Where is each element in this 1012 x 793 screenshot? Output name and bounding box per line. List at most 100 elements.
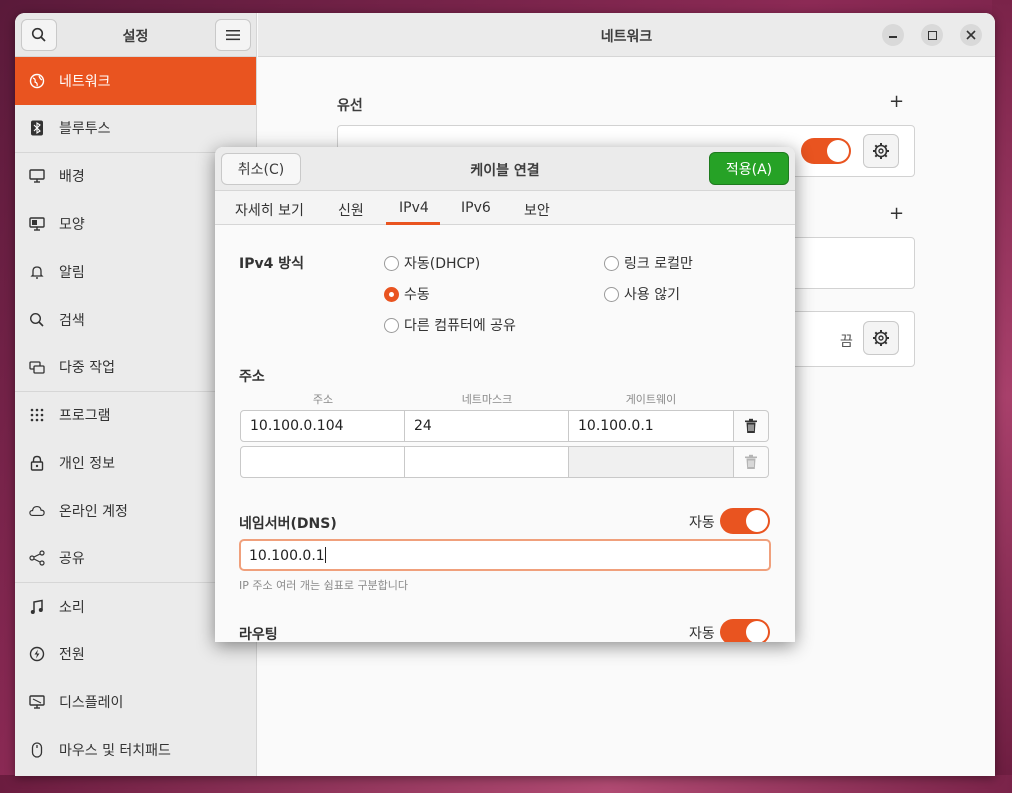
sidebar-item-mouse-touchpad[interactable]: 마우스 및 터치패드 bbox=[15, 726, 256, 774]
monitor-icon bbox=[29, 168, 45, 184]
address-row bbox=[240, 446, 770, 478]
mouse-icon bbox=[29, 742, 45, 758]
method-manual-radio[interactable]: 수동 bbox=[384, 284, 430, 304]
gear-icon bbox=[873, 143, 889, 159]
ipv4-settings: IPv4 방식 자동(DHCP) 링크 로컬만 수동 사용 않기 다른 컴퓨터에… bbox=[215, 225, 795, 642]
sidebar-item-label: 배경 bbox=[59, 169, 85, 186]
delete-address-button bbox=[734, 446, 769, 478]
address-input[interactable] bbox=[240, 446, 405, 478]
tab-details[interactable]: 자세히 보기 bbox=[235, 200, 304, 220]
wired-settings-button[interactable] bbox=[863, 134, 899, 168]
gateway-input bbox=[569, 446, 734, 478]
dialog-header: 취소(C) 케이블 연결 적용(A) bbox=[215, 147, 795, 191]
address-input[interactable]: 10.100.0.104 bbox=[240, 410, 405, 442]
add-wired-icon[interactable]: + bbox=[889, 91, 904, 112]
radio-dot bbox=[384, 286, 399, 302]
sidebar-item-label: 디스플레이 bbox=[59, 695, 124, 712]
share-icon bbox=[29, 550, 45, 566]
minimize-button[interactable] bbox=[882, 24, 904, 46]
sidebar-item-label: 알림 bbox=[59, 265, 85, 282]
globe-icon bbox=[29, 73, 45, 89]
method-link-local-label: 링크 로컬만 bbox=[624, 256, 693, 272]
power-icon bbox=[29, 646, 45, 662]
radio-dot bbox=[384, 255, 399, 271]
sidebar-header: 설정 bbox=[15, 13, 256, 57]
sidebar-item-label: 프로그램 bbox=[59, 408, 111, 425]
wired-toggle[interactable] bbox=[801, 138, 851, 164]
maximize-icon bbox=[927, 30, 937, 40]
dialog-title: 케이블 연결 bbox=[470, 163, 540, 179]
bell-icon bbox=[29, 264, 45, 280]
tab-ipv6[interactable]: IPv6 bbox=[461, 200, 491, 216]
method-auto-radio[interactable]: 자동(DHCP) bbox=[384, 253, 480, 273]
address-section-label: 주소 bbox=[239, 369, 265, 385]
cloud-icon bbox=[29, 503, 45, 519]
sidebar-item-label: 검색 bbox=[59, 312, 85, 329]
method-share-radio[interactable]: 다른 컴퓨터에 공유 bbox=[384, 315, 516, 335]
netmask-input[interactable]: 24 bbox=[405, 410, 569, 442]
apply-button[interactable]: 적용(A) bbox=[709, 152, 789, 185]
method-disable-label: 사용 않기 bbox=[624, 287, 680, 303]
sidebar-item-label: 소리 bbox=[59, 599, 85, 616]
method-auto-label: 자동(DHCP) bbox=[404, 256, 481, 272]
maximize-button[interactable] bbox=[921, 24, 943, 46]
proxy-status: 끔 bbox=[840, 334, 853, 350]
tab-identity[interactable]: 신원 bbox=[338, 200, 364, 220]
dns-input[interactable]: 10.100.0.1 bbox=[239, 539, 771, 571]
column-header-netmask: 네트마스크 bbox=[461, 393, 513, 406]
add-vpn-icon[interactable]: + bbox=[889, 203, 904, 224]
column-header-gateway: 게이트웨이 bbox=[625, 393, 677, 406]
lock-icon bbox=[29, 455, 45, 471]
sidebar-item-label: 블루투스 bbox=[59, 121, 111, 138]
method-link-local-radio[interactable]: 링크 로컬만 bbox=[604, 253, 693, 273]
close-icon bbox=[966, 30, 976, 40]
sidebar-item-label: 네트워크 bbox=[59, 73, 111, 90]
dns-auto-toggle[interactable] bbox=[720, 508, 770, 534]
main-header: 네트워크 bbox=[258, 13, 995, 57]
wired-section-label: 유선 bbox=[337, 98, 363, 114]
gateway-input[interactable]: 10.100.0.1 bbox=[569, 410, 734, 442]
radio-dot bbox=[604, 255, 619, 271]
dns-label: 네임서버(DNS) bbox=[239, 516, 337, 532]
sidebar-item-bluetooth[interactable]: 블루투스 bbox=[15, 105, 256, 153]
netmask-input[interactable] bbox=[405, 446, 569, 478]
sidebar-item-displays[interactable]: 디스플레이 bbox=[15, 678, 256, 726]
radio-dot bbox=[604, 286, 619, 302]
wired-connection-dialog: 취소(C) 케이블 연결 적용(A) 자세히 보기 신원 IPv4 IPv6 보… bbox=[215, 147, 795, 642]
routing-auto-label: 자동 bbox=[689, 626, 715, 642]
method-manual-label: 수동 bbox=[404, 287, 430, 303]
dns-value: 10.100.0.1 bbox=[249, 548, 325, 564]
sidebar-item-label: 온라인 계정 bbox=[59, 504, 128, 521]
multitask-icon bbox=[29, 359, 45, 375]
display-icon bbox=[29, 694, 45, 710]
radio-dot bbox=[384, 317, 399, 333]
method-share-label: 다른 컴퓨터에 공유 bbox=[404, 318, 516, 334]
address-row: 10.100.0.104 24 10.100.0.1 bbox=[240, 410, 770, 442]
text-cursor bbox=[324, 547, 326, 563]
tab-ipv4[interactable]: IPv4 bbox=[399, 200, 429, 216]
delete-address-button[interactable] bbox=[734, 410, 769, 442]
sidebar-item-label: 전원 bbox=[59, 647, 85, 664]
trash-icon bbox=[745, 418, 757, 433]
proxy-settings-button[interactable] bbox=[863, 321, 899, 355]
routing-auto-toggle[interactable] bbox=[720, 619, 770, 642]
ipv4-method-label: IPv4 방식 bbox=[239, 256, 304, 272]
tab-security[interactable]: 보안 bbox=[524, 200, 550, 220]
sidebar-item-label: 개인 정보 bbox=[59, 456, 115, 473]
sidebar-item-label: 마우스 및 터치패드 bbox=[59, 743, 171, 760]
desktop-background-bottom bbox=[0, 775, 1012, 793]
minimize-icon bbox=[889, 36, 897, 38]
dialog-tabs: 자세히 보기 신원 IPv4 IPv6 보안 bbox=[215, 191, 795, 225]
menu-button[interactable] bbox=[215, 19, 251, 51]
gear-icon bbox=[873, 330, 889, 346]
hamburger-icon bbox=[226, 30, 240, 41]
search-icon bbox=[29, 312, 45, 328]
sidebar-item-network[interactable]: 네트워크 bbox=[15, 57, 256, 105]
bluetooth-icon bbox=[29, 120, 45, 136]
desktop-background-right bbox=[992, 0, 1012, 793]
dns-auto-label: 자동 bbox=[689, 515, 715, 531]
close-button[interactable] bbox=[960, 24, 982, 46]
sidebar-item-label: 모양 bbox=[59, 217, 85, 234]
method-disable-radio[interactable]: 사용 않기 bbox=[604, 284, 680, 304]
sidebar-item-label: 공유 bbox=[59, 551, 85, 568]
